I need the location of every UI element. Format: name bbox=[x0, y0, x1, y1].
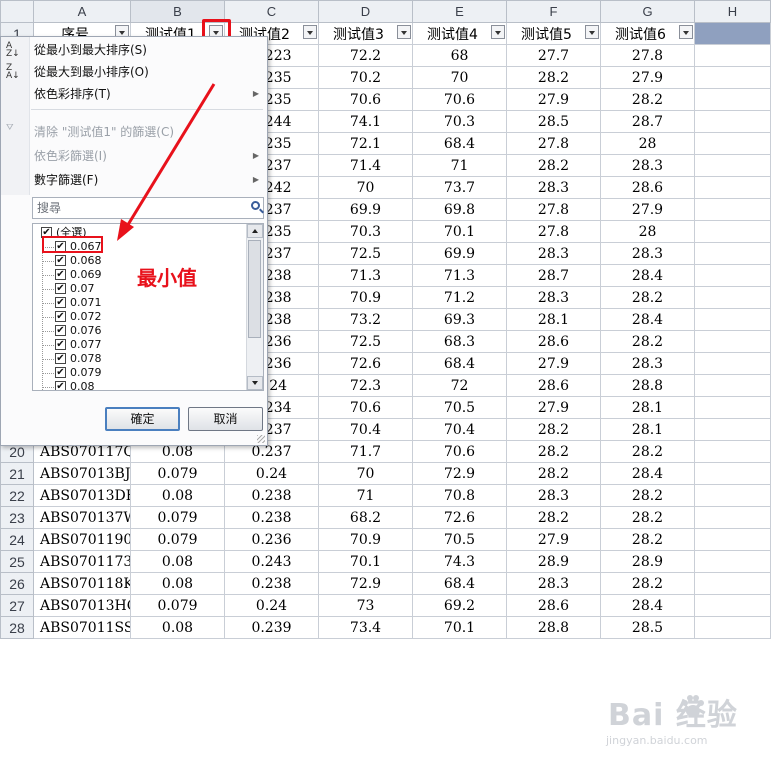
watermark-url: jingyan.baidu.com bbox=[606, 734, 708, 747]
annotation-arrow-icon bbox=[117, 83, 216, 241]
annotation-label: 最小值 bbox=[137, 266, 197, 290]
paw-icon bbox=[682, 695, 704, 717]
baidu-watermark: Bai 经验 jingyan.baidu.com bbox=[598, 690, 778, 754]
watermark-brand: Bai 经验 bbox=[608, 698, 738, 733]
